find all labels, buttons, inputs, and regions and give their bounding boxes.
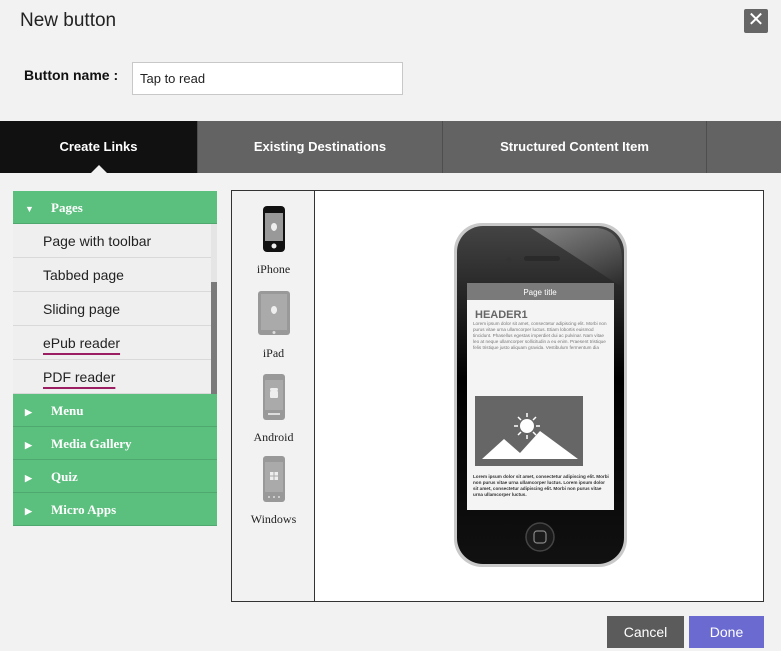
caret-right-icon: ▶ (25, 440, 32, 450)
button-name-input[interactable] (132, 62, 403, 95)
device-windows[interactable]: Windows (232, 455, 315, 527)
tab-structured-content-item[interactable]: Structured Content Item (443, 121, 707, 173)
section-label: Media Gallery (51, 436, 132, 451)
ipad-icon (257, 291, 290, 335)
list-item[interactable]: PDF reader (13, 360, 211, 394)
section-label: Quiz (51, 469, 78, 484)
list-item[interactable]: Sliding page (13, 292, 211, 326)
close-icon[interactable]: ✕ (744, 9, 768, 33)
device-iphone[interactable]: iPhone (232, 205, 315, 277)
section-menu[interactable]: ▶ Menu (13, 394, 217, 427)
phone-mockup: Page title HEADER1 Lorem ipsum dolor sit… (454, 223, 627, 567)
tab-bar: Create Links Existing Destinations Struc… (0, 121, 781, 174)
device-label: Android (253, 430, 294, 444)
section-quiz[interactable]: ▶ Quiz (13, 460, 217, 493)
button-name-label: Button name : (24, 67, 119, 83)
list-item-label: Tabbed page (43, 267, 124, 283)
section-pages[interactable]: ▼ Pages (13, 191, 217, 224)
device-list: iPhone iPad Android Windows (232, 191, 315, 601)
section-label: Menu (51, 403, 84, 418)
tab-existing-destinations[interactable]: Existing Destinations (198, 121, 443, 173)
list-item[interactable]: Tabbed page (13, 258, 211, 292)
section-label: Pages (51, 200, 83, 215)
preview-bold-text: Lorem ipsum dolor sit amet, consectetur … (473, 474, 609, 497)
caret-right-icon: ▶ (25, 473, 32, 483)
list-item[interactable]: ePub reader (13, 326, 211, 360)
pages-list: Page with toolbar Tabbed page Sliding pa… (13, 224, 217, 394)
link-type-sidebar: ▼ Pages Page with toolbar Tabbed page Sli… (13, 191, 217, 526)
list-item-label: Page with toolbar (43, 233, 152, 249)
caret-down-icon: ▼ (25, 204, 34, 214)
caret-right-icon: ▶ (25, 506, 32, 516)
list-item[interactable]: Page with toolbar (13, 224, 211, 258)
section-micro-apps[interactable]: ▶ Micro Apps (13, 493, 217, 526)
device-label: iPad (262, 346, 285, 360)
section-label: Micro Apps (51, 502, 117, 517)
preview-header: HEADER1 (475, 309, 528, 321)
windows-icon (262, 456, 285, 502)
caret-right-icon: ▶ (25, 407, 32, 417)
preview-page-title: Page title (523, 288, 557, 297)
scrollbar-thumb[interactable] (211, 282, 217, 394)
android-icon (262, 374, 285, 420)
device-preview-panel: iPhone iPad Android Windows Page title H… (231, 190, 764, 602)
list-item-label: ePub reader (43, 335, 121, 351)
device-label: iPhone (256, 262, 291, 276)
tab-create-links[interactable]: Create Links (0, 121, 198, 174)
list-item-label: Sliding page (43, 301, 121, 317)
home-button-icon (525, 522, 555, 552)
preview-body-text: Lorem ipsum dolor sit amet, consectetur … (473, 321, 607, 350)
iphone-icon (262, 206, 285, 252)
device-label: Windows (250, 512, 297, 526)
dialog-title: New button (20, 10, 117, 31)
device-android[interactable]: Android (232, 373, 315, 445)
device-ipad[interactable]: iPad (232, 289, 315, 361)
list-item-label: PDF reader (43, 369, 116, 385)
phone-preview: Page title HEADER1 Lorem ipsum dolor sit… (316, 191, 763, 601)
section-media-gallery[interactable]: ▶ Media Gallery (13, 427, 217, 460)
cancel-button[interactable]: Cancel (607, 616, 684, 648)
done-button[interactable]: Done (689, 616, 764, 648)
scrollbar[interactable] (211, 224, 217, 394)
